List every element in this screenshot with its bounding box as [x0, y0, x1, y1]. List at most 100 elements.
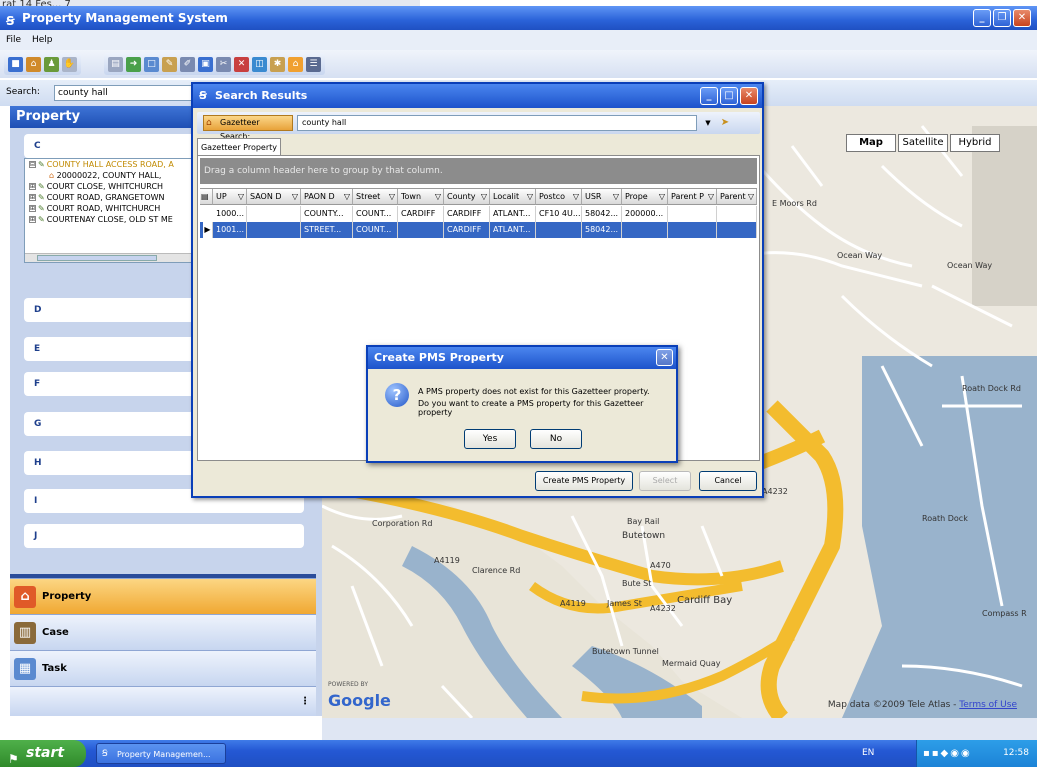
letter-group-j[interactable]: J: [24, 524, 304, 548]
house-icon: ⌂: [14, 586, 36, 608]
close-button[interactable]: ✕: [1013, 9, 1031, 27]
cancel-button[interactable]: Cancel: [699, 471, 757, 491]
nav-case-label: Case: [42, 627, 69, 638]
overflow-chevron-icon[interactable]: ⋮: [300, 687, 310, 717]
gazetteer-search-button[interactable]: ⌂ Gazetteer Search:: [203, 115, 293, 141]
column-header-locality[interactable]: Localit ▽: [490, 189, 536, 205]
filter-icon[interactable]: ▽: [435, 189, 441, 204]
map-type-map-button[interactable]: Map: [846, 134, 896, 152]
terms-of-use-link[interactable]: Terms of Use: [959, 700, 1017, 710]
list-icon[interactable]: ☰: [306, 56, 321, 72]
tree-item-label: COURT ROAD, WHITCHURCH: [46, 204, 161, 213]
yes-button[interactable]: Yes: [464, 429, 516, 449]
tab-gazetteer-property[interactable]: Gazetteer Property: [197, 138, 281, 156]
column-header-county[interactable]: County ▽: [444, 189, 490, 205]
gazetteer-search-input[interactable]: county hall: [297, 115, 697, 131]
minimize-button[interactable]: _: [700, 87, 718, 105]
grid-options-icon[interactable]: ▤: [200, 189, 213, 205]
floppy-icon[interactable]: ▣: [198, 56, 213, 72]
filter-icon[interactable]: ▽: [344, 189, 350, 204]
filter-icon[interactable]: ▽: [292, 189, 298, 204]
forward-icon[interactable]: ➜: [126, 56, 141, 72]
map-icon[interactable]: ◫: [252, 56, 267, 72]
expand-icon[interactable]: ⊞: [29, 216, 36, 223]
pencil-icon: ✎: [38, 204, 45, 213]
nav-overflow[interactable]: ⋮: [10, 686, 316, 716]
column-header-usr[interactable]: USR ▽: [582, 189, 622, 205]
maximize-button[interactable]: □: [720, 87, 738, 105]
column-header-label: Street: [356, 192, 381, 201]
filter-icon[interactable]: ▽: [389, 189, 395, 204]
filter-icon[interactable]: ▽: [748, 189, 754, 204]
select-button[interactable]: Select: [639, 471, 691, 491]
column-header-up[interactable]: UP ▽: [213, 189, 247, 205]
new-icon[interactable]: □: [144, 56, 159, 72]
group-by-area[interactable]: Drag a column header here to group by th…: [200, 158, 757, 184]
people-icon[interactable]: ♟: [44, 56, 59, 72]
filter-icon[interactable]: ▽: [708, 189, 714, 204]
pen-icon[interactable]: ✐: [180, 56, 195, 72]
settings-icon[interactable]: ✱: [270, 56, 285, 72]
filter-icon[interactable]: ▽: [481, 189, 487, 204]
tree-horizontal-scrollbar[interactable]: [25, 253, 201, 262]
search-input[interactable]: county hall: [54, 85, 194, 101]
expand-icon[interactable]: ⊞: [29, 194, 36, 201]
collapse-icon[interactable]: ⊟: [29, 161, 36, 168]
column-header-town[interactable]: Town ▽: [398, 189, 444, 205]
taskbar-item-label: Property Managemen...: [117, 750, 211, 759]
column-header-paon[interactable]: PAON D ▽: [301, 189, 353, 205]
no-button[interactable]: No: [530, 429, 582, 449]
column-header-postcode[interactable]: Postco ▽: [536, 189, 582, 205]
map-type-hybrid-button[interactable]: Hybrid: [950, 134, 1000, 152]
column-header-saon[interactable]: SAON D ▽: [247, 189, 301, 205]
tree-item[interactable]: ⊞ ✎ COURT CLOSE, WHITCHURCH: [25, 181, 201, 192]
create-pms-property-button[interactable]: Create PMS Property: [535, 471, 633, 491]
expand-icon[interactable]: ⊞: [29, 183, 36, 190]
edit-icon[interactable]: ✎: [162, 56, 177, 72]
nav-property[interactable]: ⌂ Property: [10, 578, 316, 614]
cut-icon[interactable]: ✂: [216, 56, 231, 72]
taskbar-item[interactable]: Ꞩ Property Managemen...: [96, 743, 226, 764]
column-header-property[interactable]: Prope ▽: [622, 189, 668, 205]
filter-icon[interactable]: ▽: [238, 189, 244, 204]
tree-item[interactable]: ⊞ ✎ COURT ROAD, GRANGETOWN: [25, 192, 201, 203]
map-type-satellite-button[interactable]: Satellite: [898, 134, 948, 152]
table-cell: CARDIFF: [444, 206, 490, 222]
delete-icon[interactable]: ✕: [234, 56, 249, 72]
save-icon[interactable]: ■: [8, 56, 23, 72]
expand-icon[interactable]: ⊞: [29, 205, 36, 212]
tree-item[interactable]: ⌂ 20000022, COUNTY HALL,: [25, 170, 201, 181]
scrollbar-thumb[interactable]: [37, 255, 157, 261]
filter-icon[interactable]: ▽: [659, 189, 665, 204]
filter-icon[interactable]: ▽: [573, 189, 579, 204]
menu-file[interactable]: File: [6, 35, 21, 45]
nav-task[interactable]: ▦ Task: [10, 650, 316, 686]
nav-case[interactable]: ▥ Case: [10, 614, 316, 650]
column-header-parent[interactable]: Parent ▽: [717, 189, 757, 205]
doc-icon[interactable]: ▤: [108, 56, 123, 72]
tree-item[interactable]: ⊞ ✎ COURT ROAD, WHITCHURCH: [25, 203, 201, 214]
minimize-button[interactable]: _: [973, 9, 991, 27]
tree-item[interactable]: ⊞ ✎ COURTENAY CLOSE, OLD ST ME: [25, 214, 201, 225]
start-button[interactable]: ⚑ start: [0, 740, 86, 767]
close-button[interactable]: ✕: [656, 349, 673, 366]
menu-help[interactable]: Help: [32, 35, 53, 45]
filter-icon[interactable]: ▽: [527, 189, 533, 204]
close-button[interactable]: ✕: [740, 87, 758, 105]
restore-button[interactable]: ❐: [993, 9, 1011, 27]
hand-icon[interactable]: ✋: [62, 56, 77, 72]
column-header-parent-p[interactable]: Parent P ▽: [668, 189, 717, 205]
column-header-street[interactable]: Street ▽: [353, 189, 398, 205]
toolbar-group-1: ■ ⌂ ♟ ✋: [4, 53, 81, 75]
go-icon[interactable]: ➤: [717, 115, 733, 131]
language-indicator[interactable]: EN: [862, 748, 874, 758]
tree-item[interactable]: ⊟ ✎ COUNTY HALL ACCESS ROAD, A: [25, 159, 201, 170]
map-label: Corporation Rd: [372, 519, 432, 528]
property-icon[interactable]: ⌂: [288, 56, 303, 72]
tray-icons[interactable]: ▪▪◆◉◉: [923, 740, 972, 767]
table-cell: COUNT...: [353, 222, 398, 238]
chevron-down-icon[interactable]: ▼: [702, 116, 714, 130]
filter-icon[interactable]: ▽: [613, 189, 619, 204]
app-icon: Ꞩ: [102, 749, 108, 759]
home-icon[interactable]: ⌂: [26, 56, 41, 72]
